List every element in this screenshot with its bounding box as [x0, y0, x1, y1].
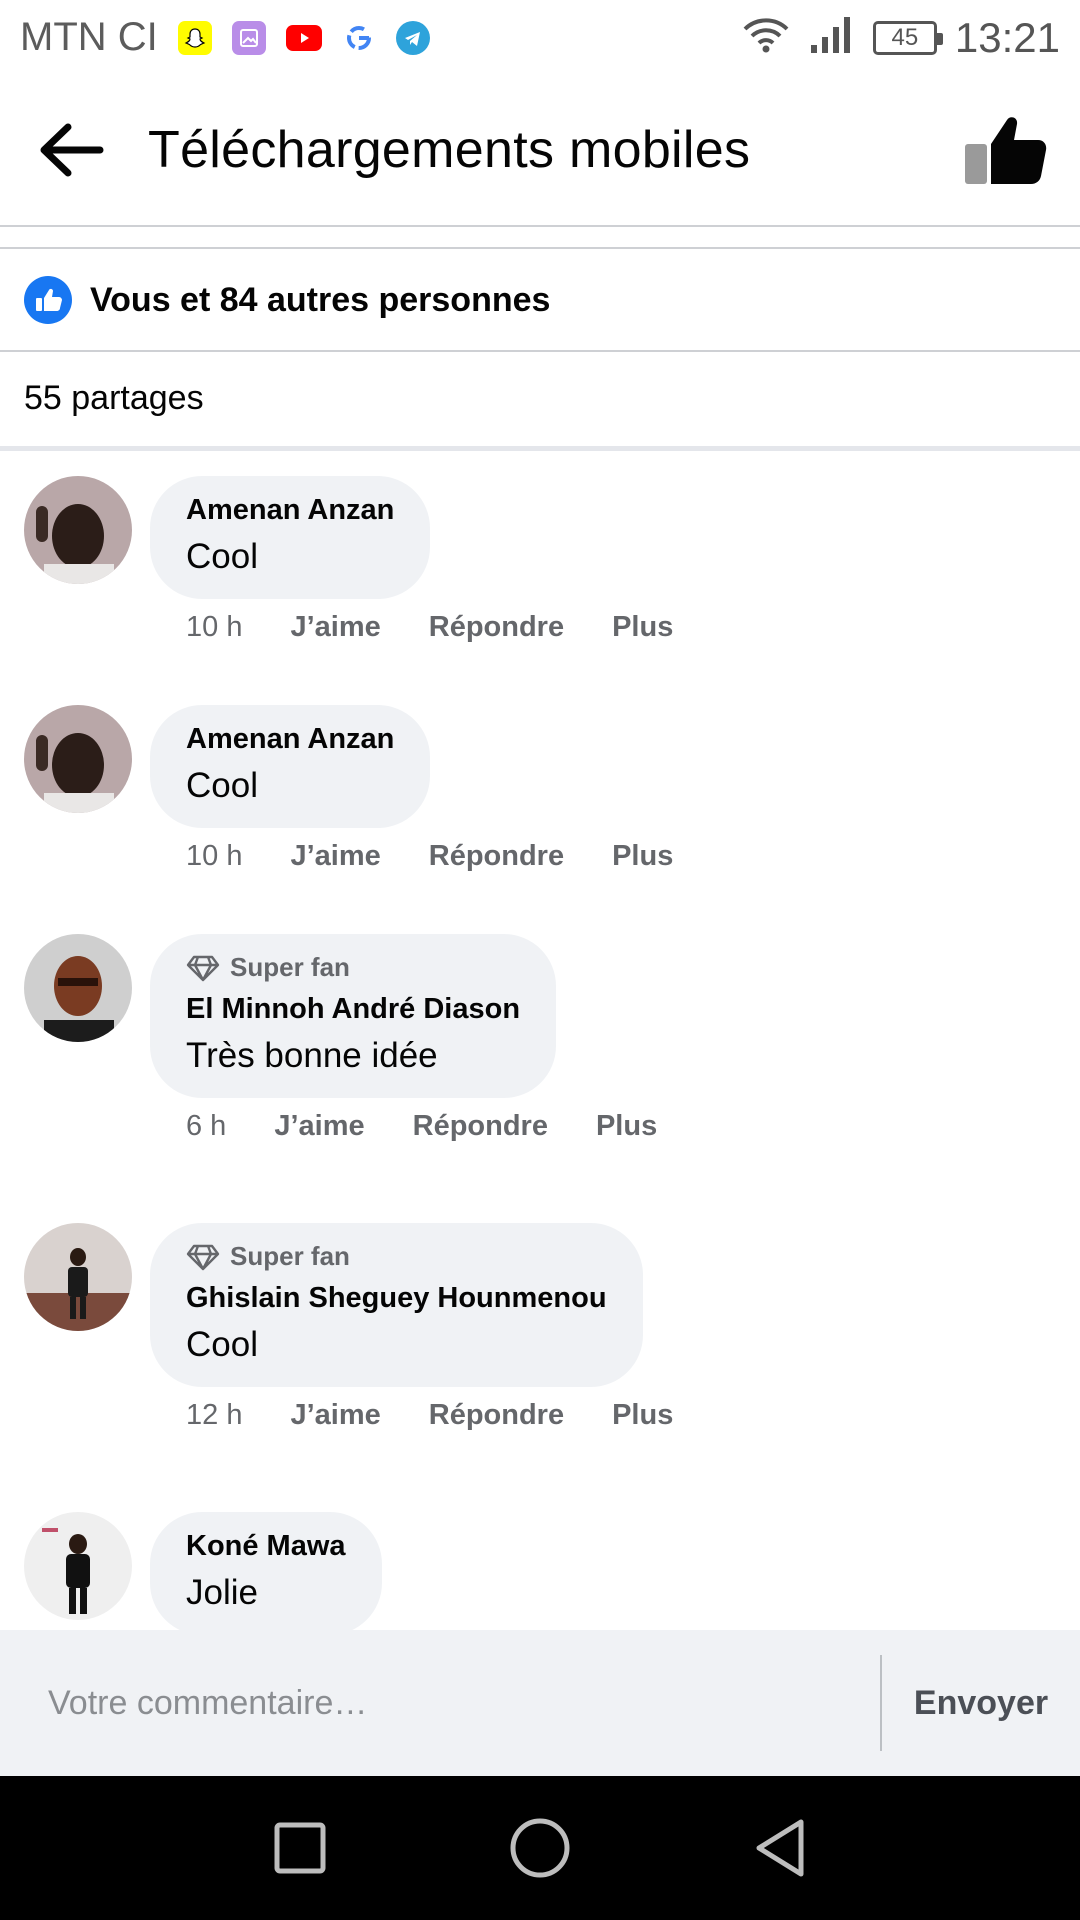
- comment-author[interactable]: Ghislain Sheguey Hounmenou: [186, 1282, 607, 1315]
- super-fan-badge: Super fan: [186, 952, 520, 983]
- comment-bubble[interactable]: Super fan Ghislain Sheguey Hounmenou Coo…: [150, 1223, 643, 1387]
- comment-author[interactable]: El Minnoh André Diason: [186, 993, 520, 1026]
- like-comment-button[interactable]: J’aime: [290, 1399, 380, 1432]
- avatar[interactable]: [24, 934, 132, 1042]
- comment-body: Super fan El Minnoh André Diason Très bo…: [150, 934, 705, 1143]
- comment: Amenan Anzan Cool 10 h J’aime Répondre P…: [24, 705, 721, 873]
- back-nav-button[interactable]: [740, 1808, 820, 1888]
- like-comment-button[interactable]: J’aime: [290, 611, 380, 644]
- system-status: 45 13:21: [741, 14, 1060, 62]
- comment-author[interactable]: Amenan Anzan: [186, 494, 394, 527]
- battery-level: 45: [891, 23, 919, 51]
- google-icon: [341, 20, 376, 55]
- reply-button[interactable]: Répondre: [413, 1110, 548, 1143]
- send-button[interactable]: Envoyer: [882, 1630, 1080, 1776]
- comment-actions: 12 h J’aime Répondre Plus: [150, 1399, 721, 1432]
- comment-actions: 10 h J’aime Répondre Plus: [150, 611, 721, 644]
- comment-time: 10 h: [186, 611, 243, 643]
- reply-button[interactable]: Répondre: [429, 611, 564, 644]
- avatar[interactable]: [24, 1223, 132, 1331]
- like-comment-button[interactable]: J’aime: [290, 840, 380, 873]
- reply-button[interactable]: Répondre: [429, 1399, 564, 1432]
- like-reaction-icon: [24, 276, 72, 324]
- arrow-left-icon: [40, 123, 104, 177]
- home-button[interactable]: [500, 1808, 580, 1888]
- comment-bubble[interactable]: Amenan Anzan Cool: [150, 705, 431, 828]
- like-page-button[interactable]: [960, 105, 1050, 195]
- shares-text: 55 partages: [24, 378, 204, 417]
- comment-text: Jolie: [186, 1573, 258, 1612]
- comment-body: Koné Mawa Jolie: [150, 1512, 382, 1630]
- shares-divider: [0, 446, 1080, 451]
- snapchat-icon: [177, 20, 212, 55]
- comments-list[interactable]: Amenan Anzan Cool 10 h J’aime Répondre P…: [0, 452, 1080, 1630]
- gallery-icon: [231, 20, 266, 55]
- comment-time: 6 h: [186, 1110, 227, 1142]
- shares-count[interactable]: 55 partages: [0, 352, 1080, 444]
- thumbs-up-icon: [965, 117, 1047, 184]
- more-button[interactable]: Plus: [612, 840, 673, 873]
- reactions-summary[interactable]: Vous et 84 autres personnes: [0, 250, 1080, 350]
- badge-label: Super fan: [230, 1241, 350, 1271]
- comment-body: Super fan Ghislain Sheguey Hounmenou Coo…: [150, 1223, 721, 1432]
- back-button[interactable]: [36, 115, 106, 185]
- comment-time: 10 h: [186, 840, 243, 872]
- super-fan-badge: Super fan: [186, 1241, 607, 1272]
- comment-author[interactable]: Amenan Anzan: [186, 723, 394, 756]
- diamond-icon: [186, 955, 220, 981]
- comment-actions: 10 h J’aime Répondre Plus: [150, 840, 721, 873]
- comment-text: Cool: [186, 766, 258, 805]
- reactions-text: Vous et 84 autres personnes: [90, 280, 551, 319]
- page-title: Téléchargements mobiles: [148, 121, 751, 179]
- recent-apps-button[interactable]: [260, 1808, 340, 1888]
- notification-icons: [177, 20, 430, 55]
- youtube-icon: [285, 24, 322, 51]
- header-divider: [0, 225, 1080, 227]
- system-nav-bar: [0, 1776, 1080, 1920]
- comment: Amenan Anzan Cool 10 h J’aime Répondre P…: [24, 476, 721, 644]
- diamond-icon: [186, 1244, 220, 1270]
- comment-text: Très bonne idée: [186, 1036, 438, 1075]
- comment-body: Amenan Anzan Cool 10 h J’aime Répondre P…: [150, 476, 721, 644]
- battery-icon: 45: [872, 20, 943, 55]
- comment-bubble[interactable]: Koné Mawa Jolie: [150, 1512, 382, 1630]
- comment-composer: Envoyer: [0, 1630, 1080, 1776]
- comment: Super fan El Minnoh André Diason Très bo…: [24, 934, 705, 1143]
- reply-button[interactable]: Répondre: [429, 840, 564, 873]
- more-button[interactable]: Plus: [612, 1399, 673, 1432]
- telegram-icon: [395, 20, 430, 55]
- avatar[interactable]: [24, 705, 132, 813]
- comment-actions: 6 h J’aime Répondre Plus: [150, 1110, 705, 1143]
- like-comment-button[interactable]: J’aime: [274, 1110, 364, 1143]
- comment: Koné Mawa Jolie: [24, 1512, 382, 1630]
- more-button[interactable]: Plus: [612, 611, 673, 644]
- comment-time: 12 h: [186, 1399, 243, 1431]
- avatar[interactable]: [24, 476, 132, 584]
- badge-label: Super fan: [230, 952, 350, 982]
- wifi-icon: [741, 15, 791, 60]
- comment-author[interactable]: Koné Mawa: [186, 1530, 346, 1563]
- comment-body: Amenan Anzan Cool 10 h J’aime Répondre P…: [150, 705, 721, 873]
- status-bar: MTN CI 45 13:21: [0, 0, 1080, 75]
- comment: Super fan Ghislain Sheguey Hounmenou Coo…: [24, 1223, 721, 1432]
- header: Téléchargements mobiles: [0, 75, 1080, 225]
- comment-bubble[interactable]: Super fan El Minnoh André Diason Très bo…: [150, 934, 557, 1098]
- circle-icon: [510, 1818, 570, 1878]
- triangle-back-icon: [756, 1819, 804, 1877]
- comment-input[interactable]: [0, 1630, 880, 1776]
- comment-text: Cool: [186, 537, 258, 576]
- more-button[interactable]: Plus: [596, 1110, 657, 1143]
- section-divider: [0, 247, 1080, 249]
- comment-text: Cool: [186, 1325, 258, 1364]
- clock: 13:21: [954, 13, 1060, 61]
- comment-bubble[interactable]: Amenan Anzan Cool: [150, 476, 431, 599]
- carrier-name: MTN CI: [20, 15, 158, 59]
- avatar[interactable]: [24, 1512, 132, 1620]
- square-icon: [274, 1822, 326, 1874]
- signal-icon: [809, 15, 855, 60]
